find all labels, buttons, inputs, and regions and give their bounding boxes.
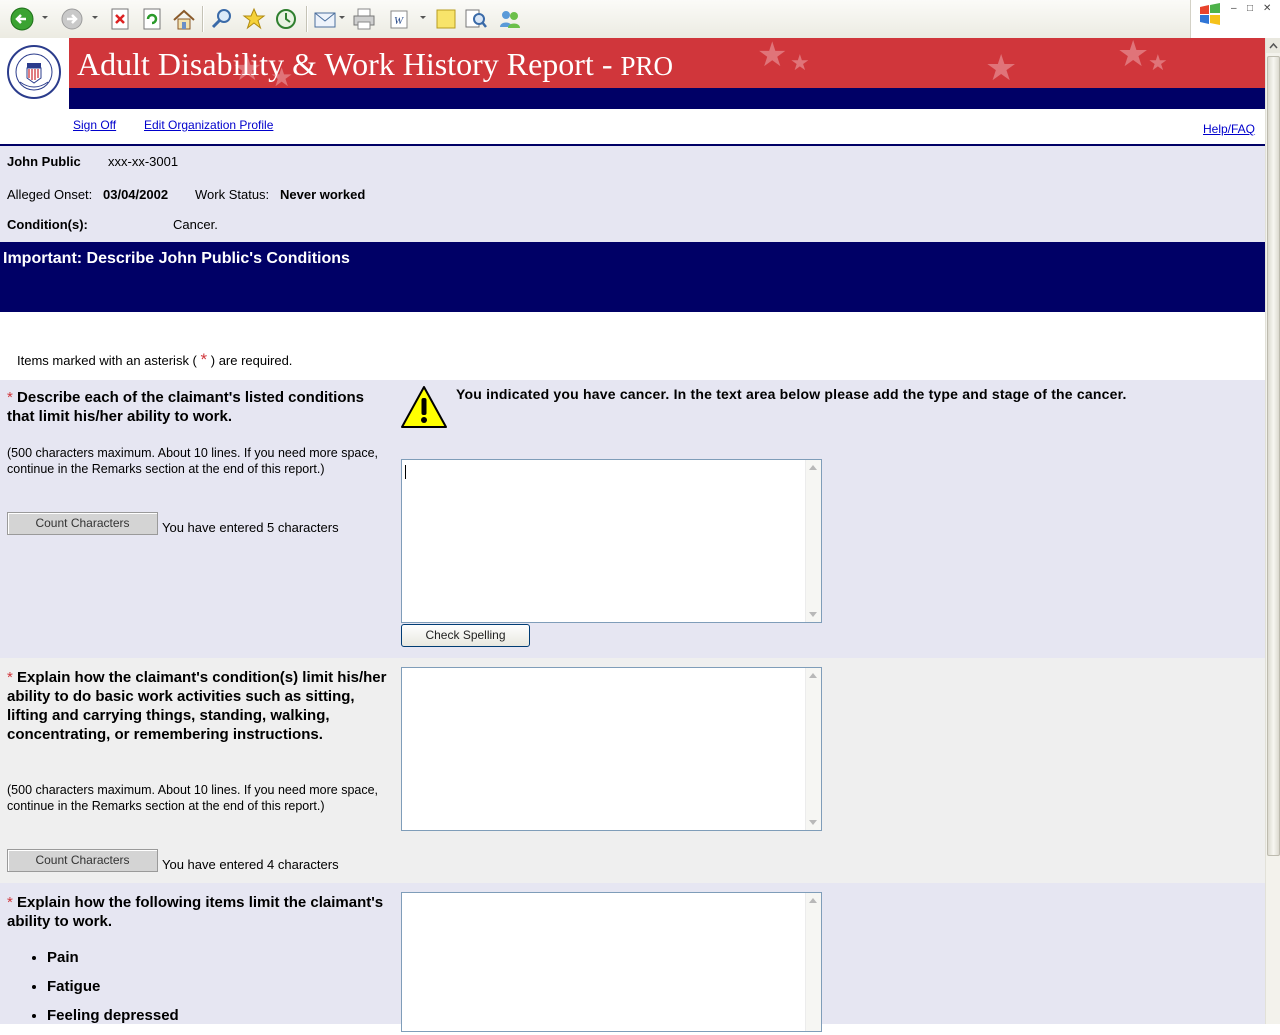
minimize-icon[interactable]: – [1231, 3, 1237, 14]
work-activities-textarea[interactable] [401, 667, 822, 831]
textarea-scrollbar[interactable] [805, 668, 821, 830]
list-item: Pain [47, 948, 179, 967]
list-item: Fatigue [47, 977, 179, 996]
toolbar-separator [202, 6, 204, 32]
question-text: Describe each of the claimant's listed c… [7, 389, 365, 425]
scroll-up-icon[interactable] [809, 898, 817, 903]
character-limit-note: (500 characters maximum. About 10 lines.… [7, 783, 379, 813]
back-icon[interactable] [8, 6, 36, 32]
restore-icon[interactable]: □ [1247, 3, 1253, 14]
star-decoration: ★ [1117, 38, 1150, 74]
mail-icon[interactable] [312, 6, 340, 32]
edit-dropdown-icon[interactable] [420, 16, 426, 19]
edit-organization-profile-link[interactable]: Edit Organization Profile [144, 118, 273, 132]
claimant-ssn: xxx-xx-3001 [108, 154, 179, 169]
site-banner: ★ ★ ★ ★ ★ ★ ★ Adult Disability & Work Hi… [0, 38, 1265, 109]
svg-text:W: W [394, 15, 404, 27]
back-dropdown-icon[interactable] [42, 16, 48, 19]
onset-value: 03/04/2002 [103, 187, 169, 202]
count-characters-button[interactable]: Count Characters [7, 512, 158, 535]
conditions-textarea[interactable] [401, 459, 822, 623]
question-text: Explain how the following items limit th… [7, 894, 384, 930]
messenger-icon[interactable] [496, 6, 524, 32]
claimant-info: John Public xxx-xx-3001 Alleged Onset: 0… [0, 146, 1265, 242]
question-label: * Explain how the claimant's condition(s… [7, 668, 392, 744]
required-asterisk: * [7, 669, 13, 686]
stop-icon[interactable] [108, 6, 132, 32]
section-title: Important: Describe John Public's Condit… [3, 250, 350, 267]
help-faq-link[interactable]: Help/FAQ [1203, 122, 1255, 136]
mail-dropdown-icon[interactable] [339, 16, 345, 19]
conditions-value: Cancer. [173, 217, 218, 232]
star-decoration: ★ [985, 47, 1018, 88]
browser-toolbar: W – □ ✕ [0, 0, 1280, 39]
work-status-value: Never worked [280, 187, 366, 202]
windows-logo-area: – □ ✕ [1190, 0, 1280, 38]
required-asterisk: * [7, 389, 13, 406]
character-count-text: You have entered 5 characters [162, 520, 339, 535]
search-icon[interactable] [208, 6, 236, 32]
required-asterisk: * [7, 894, 13, 911]
required-asterisk: * [200, 350, 208, 369]
notes-icon[interactable] [432, 6, 460, 32]
scroll-down-icon[interactable] [809, 612, 817, 617]
windows-logo-icon [1200, 3, 1220, 25]
textarea-scrollbar[interactable] [805, 460, 821, 622]
question-text: Explain how the claimant's condition(s) … [7, 669, 387, 743]
ssa-seal-icon [0, 38, 69, 109]
warning-icon [400, 385, 448, 432]
home-icon[interactable] [171, 6, 197, 32]
list-item: Feeling depressed [47, 1006, 179, 1025]
toolbar-separator [306, 6, 308, 32]
conditions-label: Condition(s): [7, 217, 88, 232]
limiting-items-textarea[interactable] [401, 892, 822, 1032]
scroll-up-icon[interactable] [809, 673, 817, 678]
banner-title-suffix: PRO [620, 51, 673, 81]
close-icon[interactable]: ✕ [1263, 3, 1271, 14]
check-spelling-button[interactable]: Check Spelling [401, 624, 530, 647]
work-status-label: Work Status: [195, 187, 270, 202]
star-decoration: ★ [757, 38, 788, 74]
required-note: Items marked with an asterisk ( * ) are … [17, 350, 292, 370]
cancer-warning-text: You indicated you have cancer. In the te… [456, 386, 1127, 402]
required-note-post: ) are required. [210, 353, 293, 368]
limiting-items-list: Pain Fatigue Feeling depressed [7, 948, 179, 1035]
star-decoration: ★ [1148, 50, 1168, 75]
character-count-text: You have entered 4 characters [162, 857, 339, 872]
sign-off-link[interactable]: Sign Off [73, 118, 116, 132]
question-label: * Describe each of the claimant's listed… [7, 388, 392, 426]
text-caret [405, 465, 406, 479]
page-scrollbar[interactable] [1265, 38, 1280, 1024]
character-limit-note: (500 characters maximum. About 10 lines.… [7, 446, 379, 476]
scroll-up-icon[interactable] [809, 465, 817, 470]
scroll-up-icon[interactable] [1266, 38, 1280, 53]
required-note-pre: Items marked with an asterisk ( [17, 353, 197, 368]
claimant-name: John Public [7, 154, 81, 169]
banner-title: Adult Disability & Work History Report -… [77, 46, 673, 83]
print-icon[interactable] [350, 6, 378, 32]
textarea-scrollbar[interactable] [805, 893, 821, 1031]
scroll-down-icon[interactable] [809, 820, 817, 825]
refresh-icon[interactable] [140, 6, 164, 32]
onset-label: Alleged Onset: [7, 187, 93, 202]
forward-dropdown-icon[interactable] [92, 16, 98, 19]
section-header: Important: Describe John Public's Condit… [0, 242, 1265, 312]
history-icon[interactable] [272, 6, 300, 32]
research-icon[interactable] [462, 6, 490, 32]
forward-icon[interactable] [58, 6, 86, 32]
favorites-icon[interactable] [240, 6, 268, 32]
top-nav: Sign Off Edit Organization Profile Help/… [0, 109, 1265, 146]
banner-title-text: Adult Disability & Work History Report - [77, 46, 621, 82]
count-characters-button[interactable]: Count Characters [7, 849, 158, 872]
banner-blue-band [0, 88, 1265, 109]
scroll-thumb[interactable] [1267, 56, 1280, 856]
edit-icon[interactable]: W [386, 6, 414, 32]
question-label: * Explain how the following items limit … [7, 893, 392, 931]
star-decoration: ★ [790, 50, 810, 75]
